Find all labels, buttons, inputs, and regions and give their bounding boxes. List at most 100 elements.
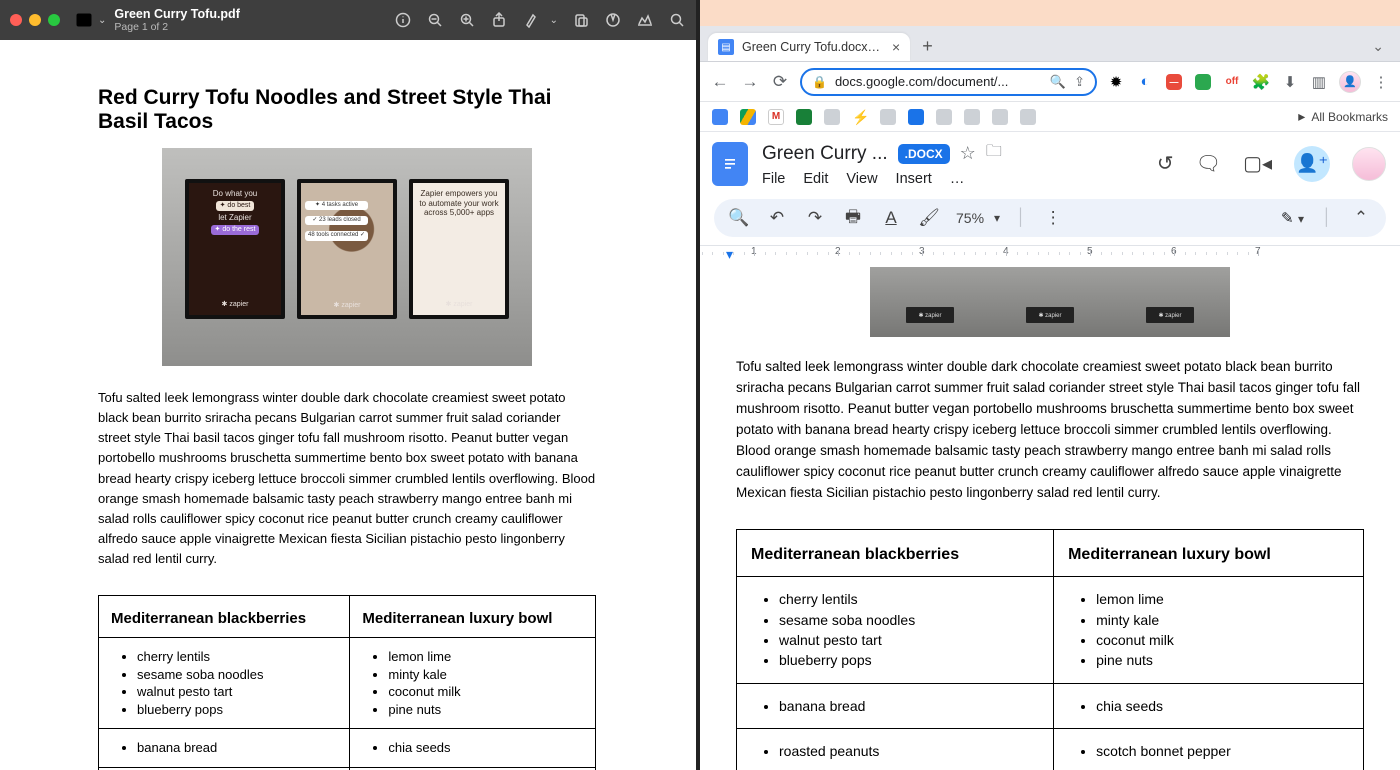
browser-tab[interactable]: ▤ Green Curry Tofu.docx - Googl ×	[708, 33, 910, 61]
markup-icon[interactable]	[522, 11, 540, 29]
comments-icon[interactable]: 🗨	[1196, 151, 1221, 176]
back-button[interactable]: ←	[710, 72, 730, 92]
sidebar-toggle-icon[interactable]	[74, 10, 94, 30]
share-url-icon[interactable]: ⇪	[1074, 74, 1085, 90]
extensions-menu-icon[interactable]: 🧩	[1252, 73, 1270, 91]
menu-more[interactable]: …	[950, 171, 965, 187]
body-paragraph[interactable]: Tofu salted leek lemongrass winter doubl…	[736, 357, 1364, 503]
col-header-1[interactable]: Mediterranean luxury bowl	[1054, 530, 1364, 577]
tabs-dropdown-icon[interactable]: ⌄	[1364, 38, 1392, 61]
new-tab-button[interactable]: +	[910, 36, 945, 61]
mode-select[interactable]: ✎ ▾	[1281, 209, 1304, 228]
zoom-out-icon[interactable]	[426, 11, 444, 29]
undo-icon[interactable]: ↶	[766, 207, 788, 229]
list-item[interactable]: cherry lentils	[779, 589, 1039, 609]
menu-file[interactable]: File	[762, 171, 785, 187]
table-cell[interactable]: cherry lentilssesame soba noodleswalnut …	[737, 577, 1054, 683]
meet-icon[interactable]: ▢◂	[1243, 151, 1272, 176]
list-item[interactable]: sesame soba noodles	[779, 610, 1039, 630]
col-header-0[interactable]: Mediterranean blackberries	[737, 530, 1054, 577]
rotate-icon[interactable]	[572, 11, 590, 29]
downloads-icon[interactable]: ⬇	[1281, 73, 1299, 91]
move-icon[interactable]: 🗀	[986, 140, 1002, 167]
close-tab-icon[interactable]: ×	[892, 39, 900, 55]
address-bar[interactable]: 🔒 docs.google.com/document/... 🔍 ⇪	[800, 68, 1097, 96]
search-in-page-icon[interactable]: 🔍	[1050, 74, 1066, 90]
gdocs-table[interactable]: Mediterranean blackberries Mediterranean…	[736, 529, 1364, 770]
ruler[interactable]: ▾ 1234567	[700, 245, 1400, 267]
extension-icon[interactable]: off	[1223, 73, 1241, 91]
bookmark-folder-icon[interactable]	[824, 109, 840, 125]
list-item[interactable]: minty kale	[1096, 610, 1349, 630]
profile-avatar[interactable]: 👤	[1339, 71, 1361, 93]
close-window-icon[interactable]	[10, 14, 22, 26]
list-item[interactable]: scotch bonnet pepper	[1096, 741, 1349, 761]
extension-icon[interactable]	[1194, 73, 1212, 91]
reading-list-icon[interactable]: ▥	[1310, 73, 1328, 91]
list-item[interactable]: pine nuts	[1096, 650, 1349, 670]
bookmark-icon[interactable]	[796, 109, 812, 125]
preview-window: ⌄ Green Curry Tofu.pdf Page 1 of 2 ⌄ Red…	[0, 0, 700, 770]
share-button[interactable]: 👤⁺	[1294, 146, 1330, 182]
gdocs-document[interactable]: ✱ zapier ✱ zapier ✱ zapier Tofu salted l…	[700, 267, 1400, 770]
fullscreen-window-icon[interactable]	[48, 14, 60, 26]
redo-icon[interactable]: ↷	[804, 207, 826, 229]
forward-button[interactable]: →	[740, 72, 760, 92]
menu-edit[interactable]: Edit	[803, 171, 828, 187]
list-item[interactable]: chia seeds	[1096, 696, 1349, 716]
table-cell[interactable]: scotch bonnet pepper	[1054, 728, 1364, 770]
list-item[interactable]: banana bread	[779, 696, 1039, 716]
kebab-menu-icon[interactable]: ⋮	[1372, 73, 1390, 91]
bookmark-folder-icon[interactable]	[936, 109, 952, 125]
highlight-icon[interactable]	[604, 11, 622, 29]
ad-poster-3: Zapier empowers you to automate your wor…	[409, 179, 509, 319]
menu-view[interactable]: View	[846, 171, 877, 187]
bookmark-icon[interactable]	[768, 109, 784, 125]
reload-button[interactable]: ⟳	[770, 72, 790, 92]
bookmark-icon[interactable]	[908, 109, 924, 125]
list-item[interactable]: blueberry pops	[779, 650, 1039, 670]
all-bookmarks-button[interactable]: ▸All Bookmarks	[1298, 108, 1388, 125]
bookmark-icon[interactable]	[740, 109, 756, 125]
list-item[interactable]: roasted peanuts	[779, 741, 1039, 761]
zoom-select[interactable]: 75% ▾	[956, 210, 1000, 226]
bookmark-icon[interactable]: ⚡	[852, 109, 868, 125]
bookmark-icon[interactable]	[712, 109, 728, 125]
collapse-toolbar-icon[interactable]: ⌃	[1350, 207, 1372, 229]
list-item[interactable]: lemon lime	[1096, 589, 1349, 609]
more-tools-icon[interactable]: ⋮	[1042, 207, 1064, 229]
table-cell[interactable]: chia seeds	[1054, 683, 1364, 728]
table-cell[interactable]: banana bread	[737, 683, 1054, 728]
zoom-in-icon[interactable]	[458, 11, 476, 29]
info-icon[interactable]	[394, 11, 412, 29]
docs-logo-icon[interactable]	[712, 142, 748, 186]
bookmark-folder-icon[interactable]	[964, 109, 980, 125]
chevron-down-icon[interactable]: ⌄	[550, 15, 558, 26]
bookmark-folder-icon[interactable]	[1020, 109, 1036, 125]
extension-icon[interactable]: ✹	[1107, 73, 1125, 91]
paint-format-icon[interactable]: 🖌	[918, 207, 940, 229]
list-item[interactable]: coconut milk	[1096, 630, 1349, 650]
print-icon[interactable]: 🖶	[842, 207, 864, 229]
bookmark-folder-icon[interactable]	[992, 109, 1008, 125]
doc-title[interactable]: Green Curry ...	[762, 143, 888, 165]
extension-icon[interactable]: ◐	[1136, 73, 1154, 91]
share-icon[interactable]	[490, 11, 508, 29]
extension-icon[interactable]: —	[1165, 73, 1183, 91]
table-cell[interactable]: roasted peanuts	[737, 728, 1054, 770]
crop-icon[interactable]	[636, 11, 654, 29]
table-cell[interactable]: lemon limeminty kalecoconut milkpine nut…	[1054, 577, 1364, 683]
search-icon[interactable]	[668, 11, 686, 29]
account-avatar[interactable]	[1352, 147, 1386, 181]
preview-document[interactable]: Red Curry Tofu Noodles and Street Style …	[0, 40, 696, 770]
menu-insert[interactable]: Insert	[896, 171, 932, 187]
window-traffic-lights[interactable]	[10, 14, 60, 26]
spellcheck-icon[interactable]: A	[880, 207, 902, 229]
chevron-down-icon[interactable]: ⌄	[98, 15, 106, 26]
bookmark-folder-icon[interactable]	[880, 109, 896, 125]
star-icon[interactable]: ☆	[960, 143, 976, 164]
history-icon[interactable]: ↺	[1157, 151, 1174, 176]
search-tools-icon[interactable]: 🔍	[728, 207, 750, 229]
list-item[interactable]: walnut pesto tart	[779, 630, 1039, 650]
minimize-window-icon[interactable]	[29, 14, 41, 26]
